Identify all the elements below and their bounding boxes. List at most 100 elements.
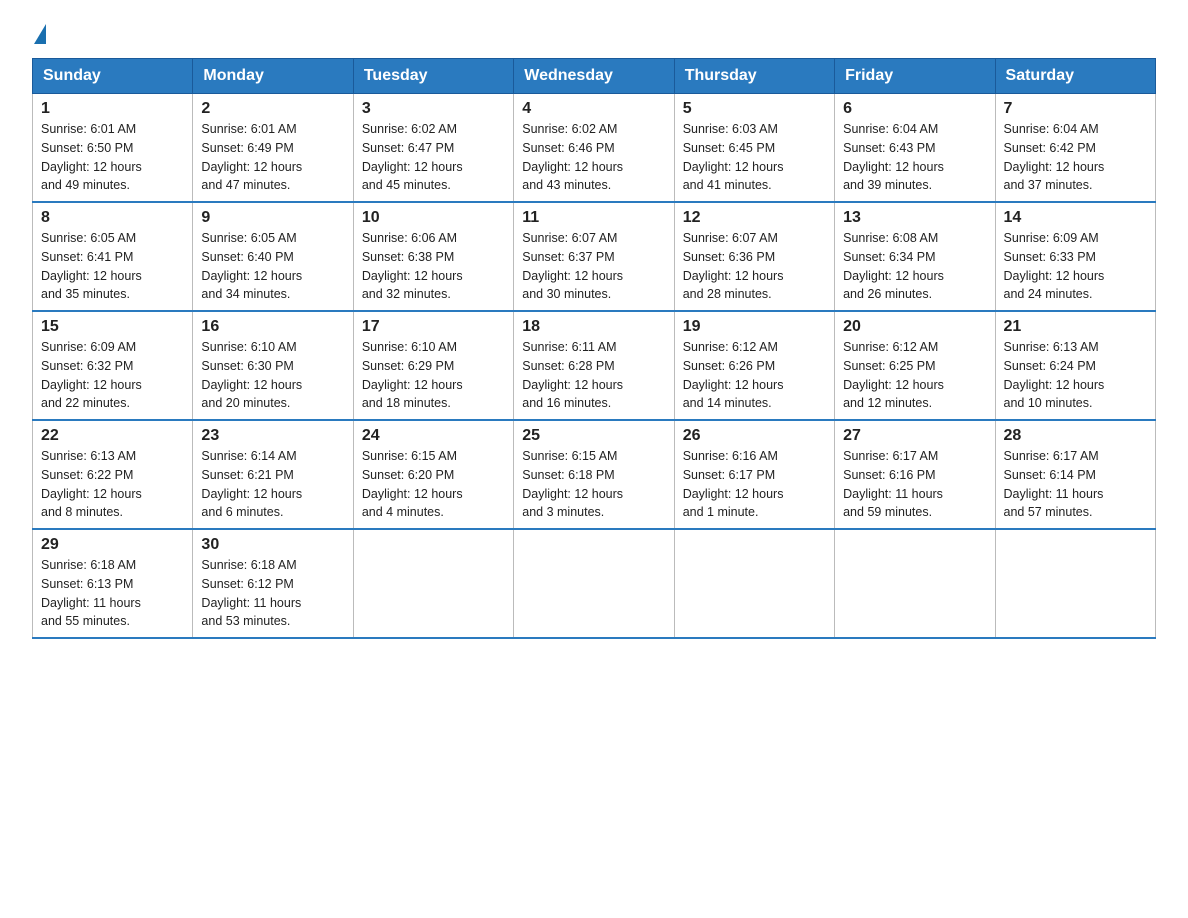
calendar-cell: 2 Sunrise: 6:01 AMSunset: 6:49 PMDayligh… — [193, 94, 353, 203]
day-number: 19 — [683, 318, 826, 336]
day-number: 10 — [362, 209, 505, 227]
day-info: Sunrise: 6:15 AMSunset: 6:20 PMDaylight:… — [362, 449, 463, 519]
calendar-cell: 22 Sunrise: 6:13 AMSunset: 6:22 PMDaylig… — [33, 420, 193, 529]
day-info: Sunrise: 6:06 AMSunset: 6:38 PMDaylight:… — [362, 231, 463, 301]
day-info: Sunrise: 6:04 AMSunset: 6:42 PMDaylight:… — [1004, 122, 1105, 192]
calendar-cell: 26 Sunrise: 6:16 AMSunset: 6:17 PMDaylig… — [674, 420, 834, 529]
day-info: Sunrise: 6:09 AMSunset: 6:32 PMDaylight:… — [41, 340, 142, 410]
day-number: 18 — [522, 318, 665, 336]
calendar-cell — [514, 529, 674, 638]
day-number: 12 — [683, 209, 826, 227]
calendar-cell: 17 Sunrise: 6:10 AMSunset: 6:29 PMDaylig… — [353, 311, 513, 420]
calendar-cell: 5 Sunrise: 6:03 AMSunset: 6:45 PMDayligh… — [674, 94, 834, 203]
day-number: 4 — [522, 100, 665, 118]
day-number: 6 — [843, 100, 986, 118]
day-info: Sunrise: 6:02 AMSunset: 6:47 PMDaylight:… — [362, 122, 463, 192]
day-number: 24 — [362, 427, 505, 445]
calendar-cell: 4 Sunrise: 6:02 AMSunset: 6:46 PMDayligh… — [514, 94, 674, 203]
day-number: 25 — [522, 427, 665, 445]
day-number: 16 — [201, 318, 344, 336]
day-number: 5 — [683, 100, 826, 118]
calendar-cell: 14 Sunrise: 6:09 AMSunset: 6:33 PMDaylig… — [995, 202, 1155, 311]
header — [32, 24, 1156, 46]
day-info: Sunrise: 6:07 AMSunset: 6:36 PMDaylight:… — [683, 231, 784, 301]
day-number: 27 — [843, 427, 986, 445]
calendar-cell: 23 Sunrise: 6:14 AMSunset: 6:21 PMDaylig… — [193, 420, 353, 529]
day-number: 22 — [41, 427, 184, 445]
col-thursday: Thursday — [674, 59, 834, 94]
calendar-cell: 20 Sunrise: 6:12 AMSunset: 6:25 PMDaylig… — [835, 311, 995, 420]
col-saturday: Saturday — [995, 59, 1155, 94]
calendar-cell: 13 Sunrise: 6:08 AMSunset: 6:34 PMDaylig… — [835, 202, 995, 311]
day-number: 3 — [362, 100, 505, 118]
day-info: Sunrise: 6:12 AMSunset: 6:26 PMDaylight:… — [683, 340, 784, 410]
calendar-week-2: 8 Sunrise: 6:05 AMSunset: 6:41 PMDayligh… — [33, 202, 1156, 311]
day-info: Sunrise: 6:09 AMSunset: 6:33 PMDaylight:… — [1004, 231, 1105, 301]
calendar-cell: 19 Sunrise: 6:12 AMSunset: 6:26 PMDaylig… — [674, 311, 834, 420]
col-tuesday: Tuesday — [353, 59, 513, 94]
calendar-cell: 18 Sunrise: 6:11 AMSunset: 6:28 PMDaylig… — [514, 311, 674, 420]
day-info: Sunrise: 6:05 AMSunset: 6:41 PMDaylight:… — [41, 231, 142, 301]
day-number: 28 — [1004, 427, 1147, 445]
day-info: Sunrise: 6:14 AMSunset: 6:21 PMDaylight:… — [201, 449, 302, 519]
calendar-cell: 29 Sunrise: 6:18 AMSunset: 6:13 PMDaylig… — [33, 529, 193, 638]
col-monday: Monday — [193, 59, 353, 94]
day-number: 29 — [41, 536, 184, 554]
calendar-cell: 11 Sunrise: 6:07 AMSunset: 6:37 PMDaylig… — [514, 202, 674, 311]
calendar-cell: 27 Sunrise: 6:17 AMSunset: 6:16 PMDaylig… — [835, 420, 995, 529]
calendar-cell: 28 Sunrise: 6:17 AMSunset: 6:14 PMDaylig… — [995, 420, 1155, 529]
calendar-week-1: 1 Sunrise: 6:01 AMSunset: 6:50 PMDayligh… — [33, 94, 1156, 203]
day-info: Sunrise: 6:10 AMSunset: 6:30 PMDaylight:… — [201, 340, 302, 410]
col-wednesday: Wednesday — [514, 59, 674, 94]
day-info: Sunrise: 6:15 AMSunset: 6:18 PMDaylight:… — [522, 449, 623, 519]
day-info: Sunrise: 6:12 AMSunset: 6:25 PMDaylight:… — [843, 340, 944, 410]
day-number: 7 — [1004, 100, 1147, 118]
calendar-cell — [353, 529, 513, 638]
day-info: Sunrise: 6:17 AMSunset: 6:16 PMDaylight:… — [843, 449, 943, 519]
day-number: 2 — [201, 100, 344, 118]
day-info: Sunrise: 6:13 AMSunset: 6:24 PMDaylight:… — [1004, 340, 1105, 410]
day-info: Sunrise: 6:17 AMSunset: 6:14 PMDaylight:… — [1004, 449, 1104, 519]
calendar-cell: 8 Sunrise: 6:05 AMSunset: 6:41 PMDayligh… — [33, 202, 193, 311]
day-info: Sunrise: 6:08 AMSunset: 6:34 PMDaylight:… — [843, 231, 944, 301]
calendar-cell — [674, 529, 834, 638]
day-number: 23 — [201, 427, 344, 445]
day-number: 15 — [41, 318, 184, 336]
calendar-cell: 30 Sunrise: 6:18 AMSunset: 6:12 PMDaylig… — [193, 529, 353, 638]
col-friday: Friday — [835, 59, 995, 94]
day-info: Sunrise: 6:05 AMSunset: 6:40 PMDaylight:… — [201, 231, 302, 301]
day-number: 20 — [843, 318, 986, 336]
day-info: Sunrise: 6:02 AMSunset: 6:46 PMDaylight:… — [522, 122, 623, 192]
day-number: 9 — [201, 209, 344, 227]
calendar-body: 1 Sunrise: 6:01 AMSunset: 6:50 PMDayligh… — [33, 94, 1156, 639]
calendar-week-3: 15 Sunrise: 6:09 AMSunset: 6:32 PMDaylig… — [33, 311, 1156, 420]
day-number: 11 — [522, 209, 665, 227]
calendar-week-4: 22 Sunrise: 6:13 AMSunset: 6:22 PMDaylig… — [33, 420, 1156, 529]
day-info: Sunrise: 6:04 AMSunset: 6:43 PMDaylight:… — [843, 122, 944, 192]
day-info: Sunrise: 6:18 AMSunset: 6:13 PMDaylight:… — [41, 558, 141, 628]
day-info: Sunrise: 6:11 AMSunset: 6:28 PMDaylight:… — [522, 340, 623, 410]
day-number: 8 — [41, 209, 184, 227]
col-sunday: Sunday — [33, 59, 193, 94]
day-number: 13 — [843, 209, 986, 227]
calendar-cell — [995, 529, 1155, 638]
calendar-cell: 16 Sunrise: 6:10 AMSunset: 6:30 PMDaylig… — [193, 311, 353, 420]
calendar-week-5: 29 Sunrise: 6:18 AMSunset: 6:13 PMDaylig… — [33, 529, 1156, 638]
day-number: 14 — [1004, 209, 1147, 227]
day-info: Sunrise: 6:13 AMSunset: 6:22 PMDaylight:… — [41, 449, 142, 519]
day-info: Sunrise: 6:01 AMSunset: 6:50 PMDaylight:… — [41, 122, 142, 192]
calendar-cell: 12 Sunrise: 6:07 AMSunset: 6:36 PMDaylig… — [674, 202, 834, 311]
calendar-header: Sunday Monday Tuesday Wednesday Thursday… — [33, 59, 1156, 94]
calendar-cell: 25 Sunrise: 6:15 AMSunset: 6:18 PMDaylig… — [514, 420, 674, 529]
calendar-cell: 6 Sunrise: 6:04 AMSunset: 6:43 PMDayligh… — [835, 94, 995, 203]
header-row: Sunday Monday Tuesday Wednesday Thursday… — [33, 59, 1156, 94]
day-info: Sunrise: 6:18 AMSunset: 6:12 PMDaylight:… — [201, 558, 301, 628]
calendar-cell: 21 Sunrise: 6:13 AMSunset: 6:24 PMDaylig… — [995, 311, 1155, 420]
calendar-cell — [835, 529, 995, 638]
calendar-cell: 15 Sunrise: 6:09 AMSunset: 6:32 PMDaylig… — [33, 311, 193, 420]
day-number: 1 — [41, 100, 184, 118]
day-info: Sunrise: 6:07 AMSunset: 6:37 PMDaylight:… — [522, 231, 623, 301]
day-info: Sunrise: 6:01 AMSunset: 6:49 PMDaylight:… — [201, 122, 302, 192]
calendar-cell: 1 Sunrise: 6:01 AMSunset: 6:50 PMDayligh… — [33, 94, 193, 203]
calendar-cell: 9 Sunrise: 6:05 AMSunset: 6:40 PMDayligh… — [193, 202, 353, 311]
